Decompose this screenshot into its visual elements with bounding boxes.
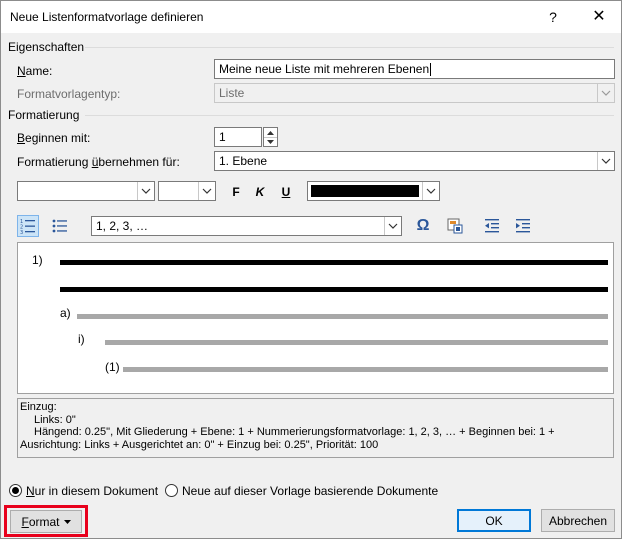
bullets-icon[interactable] (49, 215, 71, 237)
format-description: Einzug: Links: 0" Hängend: 0.25", Mit Gl… (17, 398, 614, 458)
this-document-radio[interactable] (9, 484, 22, 497)
font-size-select[interactable] (158, 181, 216, 201)
template-documents-radio[interactable] (165, 484, 178, 497)
style-type-value: Liste (219, 86, 245, 100)
font-name-select[interactable] (17, 181, 155, 201)
dialog-title: Neue Listenformatvorlage definieren (10, 10, 204, 24)
properties-divider (85, 47, 614, 48)
start-at-label: Beginnen mit: (17, 131, 91, 145)
increase-indent-icon[interactable] (512, 215, 534, 237)
template-documents-label[interactable]: Neue auf dieser Vorlage basierende Dokum… (182, 484, 438, 498)
chevron-down-icon[interactable] (137, 182, 154, 200)
numbering-icon[interactable]: 1 2 3 (17, 215, 39, 237)
insert-picture-button[interactable] (444, 215, 466, 237)
start-at-input[interactable]: 1 (214, 127, 262, 147)
chevron-down-icon[interactable] (384, 217, 401, 235)
preview-level-1-label: 1) (32, 253, 43, 267)
description-line: Einzug: (20, 401, 57, 413)
define-list-style-dialog: Neue Listenformatvorlage definieren ? ✕ … (0, 0, 622, 539)
help-button[interactable]: ? (530, 1, 576, 33)
italic-button[interactable]: K (249, 181, 271, 203)
preview-text-line (105, 340, 608, 345)
spin-up-icon[interactable] (264, 128, 277, 137)
style-type-select: Liste (214, 83, 615, 103)
preview-text-line (123, 367, 608, 372)
chevron-down-icon[interactable] (597, 152, 614, 170)
apply-format-to-value: 1. Ebene (219, 154, 268, 168)
preview-text-line (60, 260, 608, 265)
style-type-label: Formatvorlagentyp: (17, 87, 121, 101)
decrease-indent-icon[interactable] (481, 215, 503, 237)
omega-icon: Ω (416, 217, 430, 234)
svg-text:3: 3 (20, 230, 23, 234)
number-style-value: 1, 2, 3, … (96, 219, 149, 233)
description-line: Ausrichtung: Links + Ausgerichtet an: 0"… (20, 438, 379, 451)
bold-button[interactable]: F (225, 181, 247, 203)
preview-level-2-label: a) (60, 306, 71, 320)
cancel-button[interactable]: Abbrechen (541, 509, 615, 532)
name-input[interactable]: Meine neue Liste mit mehreren Ebenen (214, 59, 615, 79)
this-document-label[interactable]: Nur in diesem Dokument (26, 484, 158, 498)
preview-text-line (60, 287, 608, 292)
description-line: Hängend: 0.25", Mit Gliederung + Ebene: … (34, 426, 555, 438)
formatting-section-label: Formatierung (8, 108, 80, 122)
preview-text-line (77, 314, 608, 319)
spin-down-icon[interactable] (264, 137, 277, 146)
name-input-value: Meine neue Liste mit mehreren Ebenen (219, 62, 430, 76)
picture-icon (447, 218, 463, 234)
ok-button[interactable]: OK (457, 509, 531, 532)
apply-format-to-select[interactable]: 1. Ebene (214, 151, 615, 171)
format-button-highlight (4, 505, 88, 537)
chevron-down-icon[interactable] (198, 182, 215, 200)
font-color-swatch (311, 185, 419, 197)
chevron-down-icon (597, 84, 614, 102)
list-preview: 1) a) i) (1) (17, 242, 614, 394)
preview-level-3-label: i) (78, 332, 85, 346)
properties-section-label: Eigenschaften (8, 40, 85, 54)
font-color-select[interactable] (307, 181, 440, 201)
name-label: Name: (17, 64, 53, 78)
description-line: Links: 0" (34, 413, 76, 426)
preview-level-4-label: (1) (105, 360, 120, 374)
underline-button[interactable]: U (275, 181, 297, 203)
close-button[interactable]: ✕ (576, 1, 622, 33)
formatting-divider (85, 115, 614, 116)
title-bar: Neue Listenformatvorlage definieren ? ✕ (1, 1, 621, 33)
number-style-select[interactable]: 1, 2, 3, … (91, 216, 402, 236)
insert-symbol-button[interactable]: Ω (412, 215, 434, 237)
text-cursor (430, 63, 432, 77)
start-at-spinner[interactable] (263, 127, 278, 147)
chevron-down-icon[interactable] (422, 182, 439, 200)
apply-format-to-label: Formatierung übernehmen für: (17, 155, 180, 169)
